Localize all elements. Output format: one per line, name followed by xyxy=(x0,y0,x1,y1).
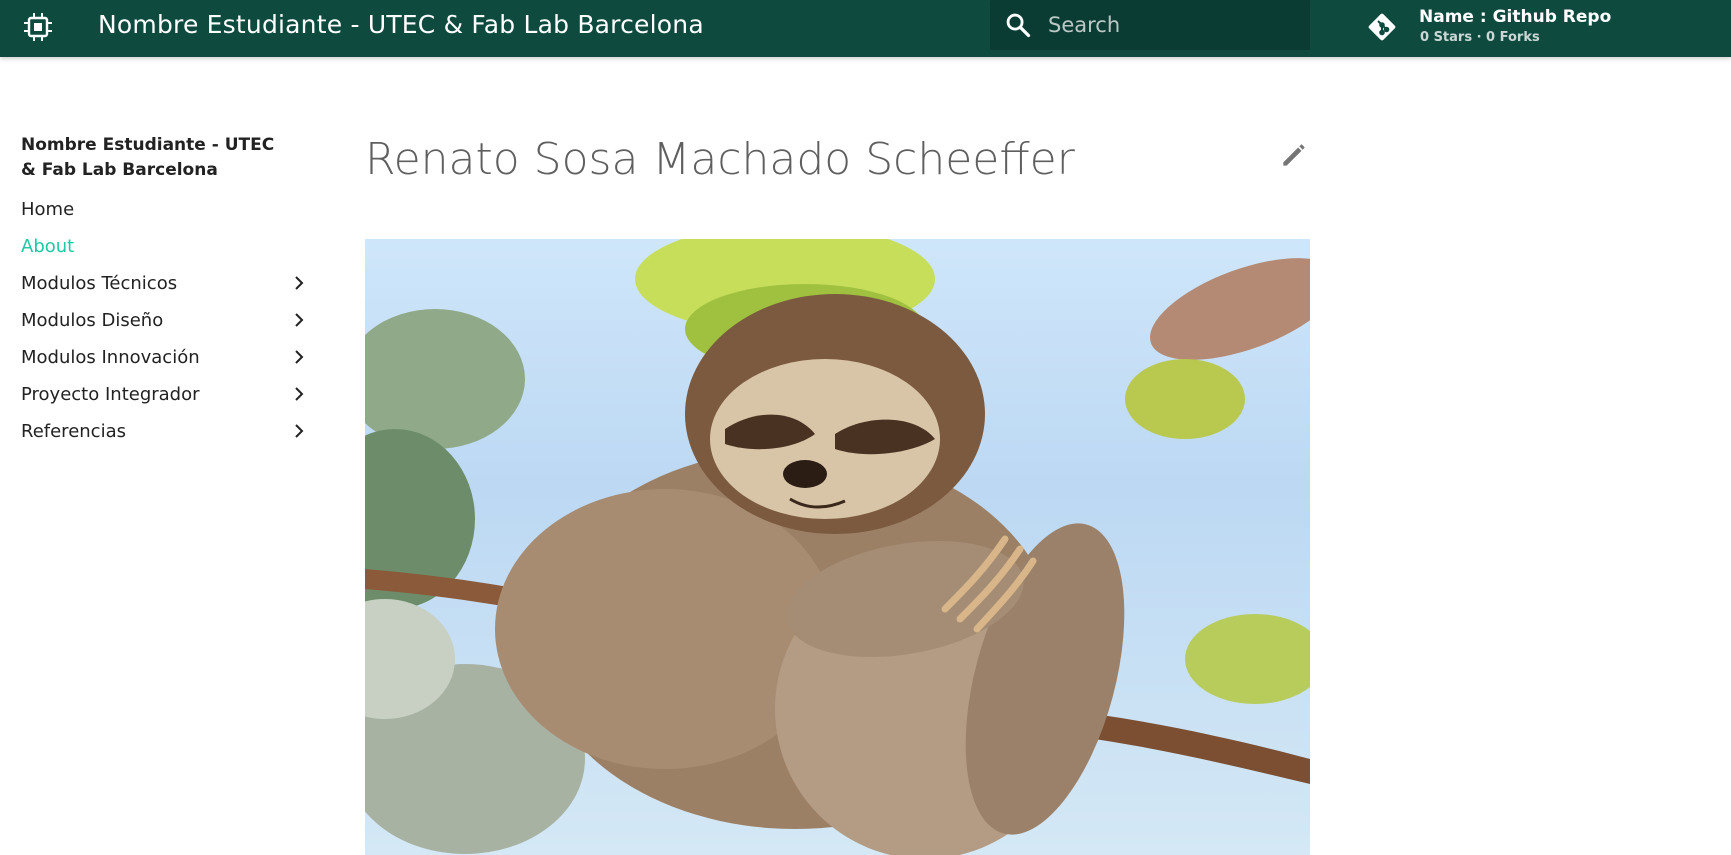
nav-title[interactable]: Nombre Estudiante - UTEC & Fab Lab Barce… xyxy=(21,133,291,183)
chevron-right-icon[interactable] xyxy=(292,424,306,438)
sidebar-item-about[interactable]: About xyxy=(21,228,311,265)
chevron-right-icon[interactable] xyxy=(292,276,306,290)
github-repo-link[interactable]: Name : Github Repo 0 Stars · 0 Forks xyxy=(1367,7,1707,50)
sidebar-item-label: Modulos Innovación xyxy=(21,347,200,368)
sidebar-item-modulos-tecnicos[interactable]: Modulos Técnicos xyxy=(21,265,311,302)
sidebar-item-modulos-innovacion[interactable]: Modulos Innovación xyxy=(21,339,311,376)
chip-icon[interactable] xyxy=(23,12,53,42)
sidebar-item-label: Modulos Diseño xyxy=(21,310,164,331)
sidebar-item-proyecto-integrador[interactable]: Proyecto Integrador xyxy=(21,376,311,413)
main-content: Renato Sosa Machado Scheeffer xyxy=(365,120,1310,200)
sidebar-item-label: About xyxy=(21,236,75,257)
search-icon[interactable] xyxy=(1004,11,1032,39)
git-icon xyxy=(1368,13,1396,41)
repo-name: Name : Github Repo xyxy=(1419,7,1612,27)
pencil-icon[interactable] xyxy=(1278,139,1310,171)
sloth-illustration xyxy=(365,239,1310,855)
sidebar-item-modulos-diseno[interactable]: Modulos Diseño xyxy=(21,302,311,339)
sidebar-item-label: Referencias xyxy=(21,421,126,442)
sidebar-item-label: Proyecto Integrador xyxy=(21,384,200,405)
search-input[interactable] xyxy=(1048,0,1298,50)
chevron-right-icon[interactable] xyxy=(292,313,306,327)
page-title: Renato Sosa Machado Scheeffer xyxy=(365,134,1075,185)
sidebar-item-label: Modulos Técnicos xyxy=(21,273,178,294)
sidebar-nav: Nombre Estudiante - UTEC & Fab Lab Barce… xyxy=(21,133,311,450)
sidebar-item-home[interactable]: Home xyxy=(21,191,311,228)
sidebar-item-label: Home xyxy=(21,199,75,220)
sidebar-item-referencias[interactable]: Referencias xyxy=(21,413,311,450)
chevron-right-icon[interactable] xyxy=(292,350,306,364)
repo-facts: 0 Stars · 0 Forks xyxy=(1420,30,1540,45)
site-title[interactable]: Nombre Estudiante - UTEC & Fab Lab Barce… xyxy=(98,10,704,39)
sloth-photo xyxy=(365,239,1310,855)
search-box[interactable] xyxy=(990,0,1310,50)
top-header: Nombre Estudiante - UTEC & Fab Lab Barce… xyxy=(0,0,1731,57)
chevron-right-icon[interactable] xyxy=(292,387,306,401)
